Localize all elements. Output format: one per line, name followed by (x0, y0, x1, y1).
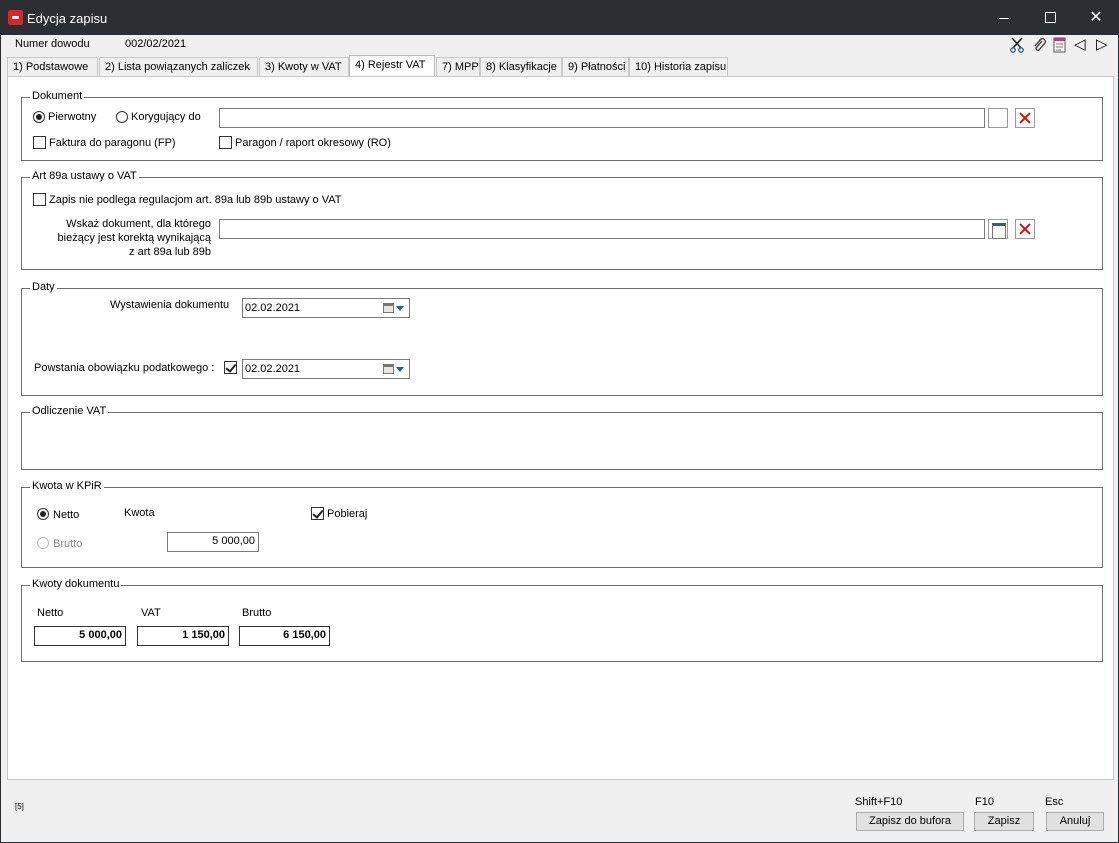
issue-date-value: 02.02.2021 (245, 302, 301, 314)
document-header: Numer dowodu 002/02/2021 (1, 35, 1118, 55)
scissors-icon[interactable] (1008, 37, 1026, 53)
clear-art89-button[interactable] (1015, 219, 1035, 239)
check-art89-label: Zapis nie podlega regulacjom art. 89a lu… (49, 194, 342, 206)
check-art89[interactable] (33, 193, 46, 206)
art89-legend: Art 89a ustawy o VAT (30, 170, 139, 182)
kwoty-group: Kwoty dokumentu Netto VAT Brutto 5 000,0… (21, 578, 1103, 662)
radio-pierwotny-label: Pierwotny (48, 111, 97, 123)
radio-korygujacy-label: Korygujący do (131, 111, 201, 123)
art89-hint-line2: bieżący jest korektą wynikającą (57, 232, 211, 244)
art89-hint-line3: z art 89a lub 89b (129, 246, 211, 258)
check-pobieraj[interactable] (311, 507, 324, 520)
kwoty-netto-value: 5 000,00 (34, 626, 126, 646)
daty-legend: Daty (30, 281, 57, 293)
kwoty-legend: Kwoty dokumentu (30, 578, 122, 590)
radio-kpir-netto-label: Netto (53, 509, 80, 521)
tab-klasyfikacje[interactable]: 8) Klasyfikacje (480, 57, 562, 77)
issue-date-field[interactable]: 02.02.2021 (242, 298, 410, 318)
kpir-amount-label: Kwota (124, 507, 155, 519)
art89-hint-line1: Wskaż dokument, dla którego (66, 218, 211, 230)
kpir-group: Kwota w KPiR Netto Brutto Kwota 5 000,00… (21, 480, 1103, 568)
buffer-shortcut: Shift+F10 (855, 796, 903, 808)
correcting-document-input[interactable] (219, 108, 985, 128)
odliczenie-legend: Odliczenie VAT (30, 405, 109, 417)
tab-kwoty-vat[interactable]: 3) Kwoty w VAT (259, 57, 349, 77)
record-count: [5] (15, 802, 24, 811)
maximize-button[interactable] (1027, 1, 1073, 35)
clear-correcting-button[interactable] (1015, 108, 1035, 128)
tab-mpp[interactable]: 7) MPP (436, 57, 480, 77)
app-window: Edycja zapisu ✕ Numer dowodu 002/02/2021… (0, 0, 1119, 843)
document-icon[interactable] (1051, 37, 1069, 53)
kpir-amount-input[interactable]: 5 000,00 (167, 532, 259, 552)
tax-date-label: Powstania obowiązku podatkowego : (34, 362, 215, 374)
kwoty-vat-label: VAT (141, 607, 161, 619)
blank-document-icon[interactable] (988, 108, 1008, 128)
tax-date-value: 02.02.2021 (245, 363, 301, 375)
save-button[interactable]: Zapisz (974, 812, 1034, 831)
previous-icon[interactable]: ◁ (1074, 37, 1092, 53)
tax-date-field[interactable]: 02.02.2021 (242, 359, 410, 379)
check-fp[interactable] (33, 136, 46, 149)
check-ro-label: Paragon / raport okresowy (RO) (235, 137, 391, 149)
tab-podstawowe[interactable]: 1) Podstawowe (7, 57, 98, 77)
dokument-legend: Dokument (30, 90, 85, 102)
kwoty-brutto-label: Brutto (242, 607, 272, 619)
check-fp-label: Faktura do paragonu (FP) (49, 137, 176, 149)
art89-group: Art 89a ustawy o VAT Zapis nie podlega r… (21, 170, 1103, 270)
radio-kpir-brutto[interactable] (37, 537, 49, 549)
tab-rejestr-vat[interactable]: 4) Rejestr VAT (349, 55, 435, 77)
chevron-down-icon[interactable] (396, 367, 404, 372)
kwoty-brutto-value: 6 150,00 (239, 626, 330, 646)
check-pobieraj-label: Pobieraj (327, 508, 368, 520)
tab-zaliczki[interactable]: 2) Lista powiązanych zaliczek (99, 57, 258, 77)
save-to-buffer-button[interactable]: Zapisz do bufora (856, 812, 964, 831)
app-logo-icon (8, 10, 23, 25)
paperclip-icon[interactable] (1030, 37, 1048, 53)
tab-historia[interactable]: 10) Historia zapisu (629, 57, 728, 77)
daty-group: Daty Wystawienia dokumentu 02.02.2021 Po… (21, 281, 1103, 396)
radio-kpir-brutto-label: Brutto (53, 538, 83, 550)
issue-date-label: Wystawienia dokumentu (110, 299, 230, 311)
tab-platnosci[interactable]: 9) Płatności (562, 57, 629, 77)
calendar-icon[interactable] (383, 364, 394, 374)
tab-panel-rejestr-vat: Dokument Pierwotny Korygujący do Faktura… (7, 76, 1114, 780)
calendar-icon[interactable] (383, 303, 394, 313)
window-title: Edycja zapisu (27, 11, 108, 26)
minimize-button[interactable] (981, 1, 1027, 35)
chevron-down-icon[interactable] (396, 306, 404, 311)
radio-kpir-netto[interactable] (37, 508, 49, 520)
check-ro[interactable] (219, 136, 232, 149)
kpir-legend: Kwota w KPiR (30, 480, 104, 492)
next-icon[interactable]: ▷ (1096, 37, 1114, 53)
close-button[interactable]: ✕ (1073, 1, 1119, 35)
doc-number-value: 002/02/2021 (125, 38, 187, 50)
kwoty-netto-label: Netto (37, 607, 64, 619)
title-bar: Edycja zapisu ✕ (1, 1, 1118, 35)
radio-korygujacy[interactable] (116, 111, 128, 123)
kwoty-vat-value: 1 150,00 (137, 626, 229, 646)
select-document-icon[interactable] (988, 219, 1008, 239)
save-shortcut: F10 (975, 796, 994, 808)
odliczenie-group: Odliczenie VAT (21, 405, 1103, 470)
cancel-shortcut: Esc (1045, 796, 1064, 808)
cancel-button[interactable]: Anuluj (1046, 812, 1104, 831)
dokument-group: Dokument Pierwotny Korygujący do Faktura… (21, 90, 1103, 161)
art89-document-input[interactable] (219, 219, 985, 239)
doc-number-label: Numer dowodu (15, 38, 90, 50)
check-tax-date[interactable] (224, 361, 237, 374)
radio-pierwotny[interactable] (33, 111, 45, 123)
